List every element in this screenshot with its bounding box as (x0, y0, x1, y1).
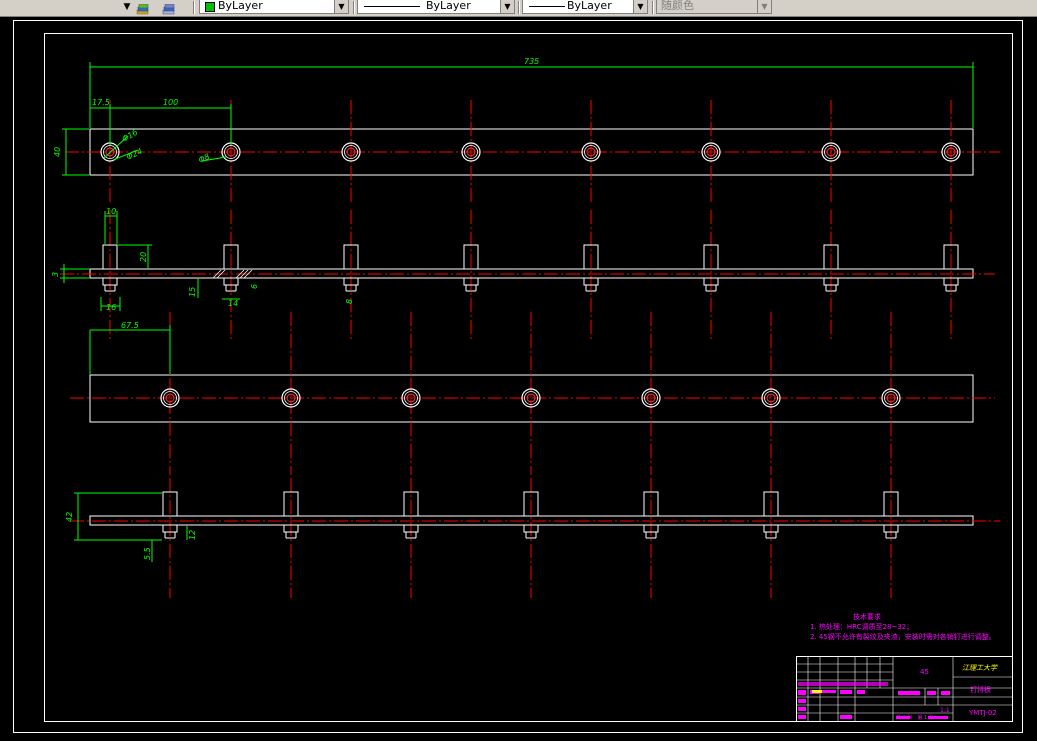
dim-height-top: 40 (53, 147, 62, 157)
pin-row (162, 478, 899, 598)
dim-overall-length: 735 (524, 57, 539, 66)
drawing-canvas[interactable]: 735 17.5 100 40 Φ16 Φ24 Φ8 10 20 3 15 16… (0, 17, 1037, 741)
dim-hole-d1: Φ16 (121, 128, 140, 144)
dimension-lines (60, 62, 974, 562)
properties-toolbar: ▼ ByLayer ▼ ByLayer ▼ ByLayer ▼ 随颜色 ▼ (0, 0, 1037, 17)
dim-15: 15 (188, 287, 197, 297)
layer-states-icon[interactable] (136, 1, 150, 15)
dim-pin-height: 20 (139, 252, 148, 262)
toolbar-separator (353, 1, 355, 14)
toolbar-separator (518, 1, 520, 14)
chevron-down-icon[interactable]: ▼ (757, 0, 771, 13)
dim-plate-thickness: 3 (51, 272, 60, 277)
dim-hole-d3: Φ8 (197, 152, 211, 165)
dim-16: 16 (106, 303, 116, 312)
lineweight-preview (529, 6, 565, 7)
title-material: 45 (920, 668, 929, 676)
dim-42: 42 (65, 512, 74, 522)
notes-line-2: 2. 45钢不允许有裂纹及夹渣，安装时需对各销钉进行调整。 (810, 632, 996, 641)
title-sheet: 共 1 张 第 1 张 (896, 714, 934, 721)
view-top-plate-elevation (60, 210, 995, 340)
toolbar-separator (652, 1, 654, 14)
dropdown-arrow-icon[interactable]: ▼ (121, 0, 133, 14)
title-scale: 1:1 (940, 707, 950, 714)
color-control-dropdown[interactable]: ByLayer ▼ (199, 0, 349, 14)
view-bottom-plate-elevation (70, 478, 1000, 598)
color-swatch (205, 2, 215, 12)
chevron-down-icon[interactable]: ▼ (500, 0, 514, 13)
dim-edge-offset: 17.5 (92, 98, 110, 107)
notes-title: 技术要求 (853, 612, 881, 621)
dimension-texts: 735 17.5 100 40 Φ16 Φ24 Φ8 10 20 3 15 16… (51, 57, 539, 560)
linetype-control-value: ByLayer (426, 0, 471, 12)
dim-5-5: 5.5 (143, 547, 152, 560)
dim-67-5: 67.5 (121, 321, 139, 330)
linetype-preview (364, 6, 420, 7)
dim-pitch: 100 (163, 98, 178, 107)
dim-6: 6 (250, 284, 259, 289)
color-control-value: ByLayer (218, 0, 263, 12)
lineweight-control-dropdown[interactable]: ByLayer ▼ (522, 0, 648, 14)
dim-pin-width: 10 (106, 207, 116, 216)
hole-row (160, 312, 901, 475)
chevron-down-icon[interactable]: ▼ (633, 0, 647, 13)
view-bottom-plate-plan (70, 312, 995, 475)
plotstyle-control-value: 随颜色 (661, 0, 694, 12)
dim-hole-d2: Φ24 (125, 147, 144, 162)
title-school: 江理工大学 (962, 664, 998, 672)
linetype-control-dropdown[interactable]: ByLayer ▼ (357, 0, 515, 14)
toolbar-separator (193, 1, 195, 14)
chevron-down-icon[interactable]: ▼ (334, 0, 348, 13)
plotstyle-control-dropdown[interactable]: 随颜色 ▼ (656, 0, 772, 14)
title-part-name: 钉排板 (970, 685, 991, 694)
dim-12: 12 (188, 530, 197, 540)
lineweight-control-value: ByLayer (567, 0, 612, 12)
title-drawing-no: YMTJ-02 (968, 709, 997, 717)
dim-8: 8 (345, 299, 354, 304)
title-block: 45 江理工大学 钉排板 YMTJ-02 1:1 共 1 张 第 1 张 (796, 656, 1013, 722)
dim-14: 14 (228, 299, 238, 308)
layer-previous-icon[interactable] (162, 1, 176, 15)
notes-line-1: 1. 热处理：HRC调质至28~32； (810, 622, 913, 631)
technical-notes: 技术要求 1. 热处理：HRC调质至28~32； 2. 45钢不允许有裂纹及夹渣… (810, 612, 996, 641)
